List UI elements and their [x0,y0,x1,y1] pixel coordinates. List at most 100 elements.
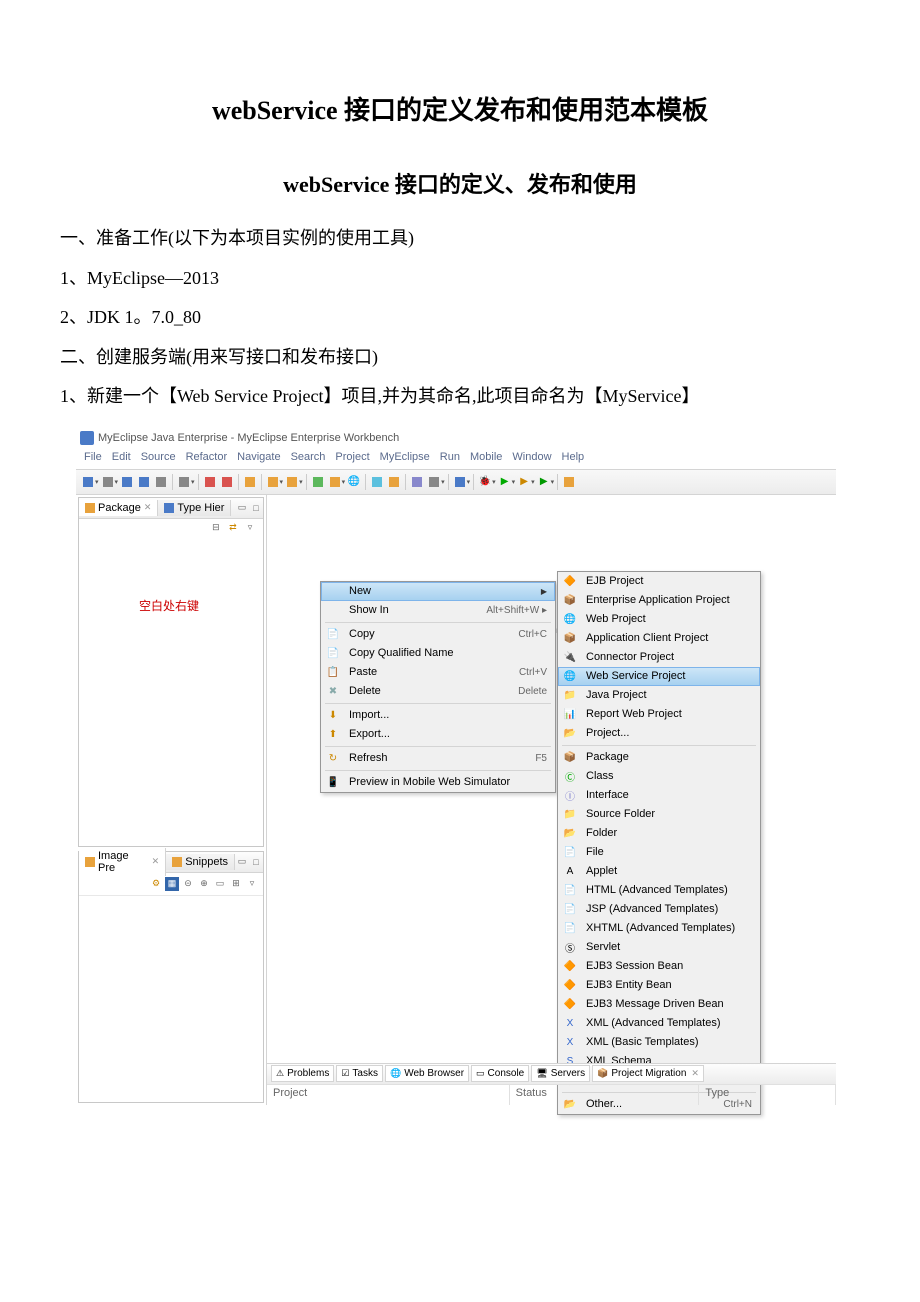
menu-item[interactable]: 📁Source Folder [558,805,760,824]
image-preview-panel[interactable]: Image Pre ✕ Snippets ▭ □ ⚙ ▦ [78,851,264,1103]
menu-icon[interactable]: ▿ [245,877,259,891]
menu-item[interactable]: XXML (Basic Templates) [558,1033,760,1052]
menu-item[interactable]: 📦Package [558,748,760,767]
menu-item[interactable]: 📱Preview in Mobile Web Simulator [321,773,555,792]
menu-item[interactable]: AApplet [558,862,760,881]
bottom-tab-servers[interactable]: 🖥Servers [531,1065,590,1082]
menu-item[interactable]: ⬆Export... [321,725,555,744]
menu-file[interactable]: File [80,451,106,467]
menu-item[interactable]: 🌐Web Project [558,610,760,629]
menu-item[interactable]: 📄File [558,843,760,862]
menu-item[interactable]: ⓈServlet [558,938,760,957]
print-icon[interactable] [153,474,169,490]
debug-red-icon[interactable] [202,474,218,490]
zoom-in-icon[interactable]: ⊕ [197,877,211,891]
maximize-icon[interactable]: □ [249,501,263,515]
menu-item[interactable]: 📁Java Project [558,686,760,705]
close-icon[interactable]: ✕ [152,856,160,867]
tool2-icon[interactable] [284,474,300,490]
menu-item[interactable]: 📄Copy Qualified Name [321,644,555,663]
menu-item[interactable]: 📄JSP (Advanced Templates) [558,900,760,919]
menu-window[interactable]: Window [508,451,555,467]
menu-refactor[interactable]: Refactor [182,451,232,467]
nav2-icon[interactable] [386,474,402,490]
new-submenu[interactable]: 🔶EJB Project📦Enterprise Application Proj… [557,571,761,1115]
menu-edit[interactable]: Edit [108,451,135,467]
menu-help[interactable]: Help [558,451,589,467]
persp-icon[interactable] [409,474,425,490]
menu-item[interactable]: ↻RefreshF5 [321,749,555,768]
menu-source[interactable]: Source [137,451,180,467]
menu-item[interactable]: New▶ [321,582,555,601]
menu-project[interactable]: Project [331,451,373,467]
menu-item[interactable]: 🔌Connector Project [558,648,760,667]
save-all-icon[interactable] [136,474,152,490]
grid-icon[interactable]: ⊞ [229,877,243,891]
type-hierarchy-tab[interactable]: Type Hier [158,500,231,516]
grid-icon[interactable] [561,474,577,490]
ide-menubar[interactable]: FileEditSourceRefactorNavigateSearchProj… [76,449,836,469]
run-red-icon[interactable] [219,474,235,490]
persp2-icon[interactable] [426,474,442,490]
menu-item[interactable]: Show InAlt+Shift+W ▸ [321,601,555,620]
tool-icon[interactable] [265,474,281,490]
nav-icon[interactable] [369,474,385,490]
maximize-icon[interactable]: □ [249,855,263,869]
menu-item[interactable]: 📦Application Client Project [558,629,760,648]
minimize-icon[interactable]: ▭ [235,501,249,515]
fit-icon[interactable]: ▭ [213,877,227,891]
menu-item[interactable]: XXML (Advanced Templates) [558,1014,760,1033]
package-icon[interactable] [242,474,258,490]
menu-search[interactable]: Search [287,451,330,467]
image-preview-tab[interactable]: Image Pre ✕ [79,848,166,876]
menu-item[interactable]: 🔶EJB Project [558,572,760,591]
menu-item[interactable]: 📋PasteCtrl+V [321,663,555,682]
package-explorer-tab[interactable]: Package ✕ [79,500,158,516]
menu-mobile[interactable]: Mobile [466,451,506,467]
bottom-tab-tasks[interactable]: ☑Tasks [336,1065,383,1082]
ext-tool-icon[interactable]: ▶ [516,474,532,490]
menu-icon[interactable]: ▿ [243,521,257,535]
menu-item[interactable]: 🌐Web Service Project [558,667,760,686]
link-icon[interactable]: ⇄ [226,521,240,535]
menu-item[interactable]: 📂Folder [558,824,760,843]
menu-item[interactable]: 📄XHTML (Advanced Templates) [558,919,760,938]
menu-item[interactable]: 🔶EJB3 Session Bean [558,957,760,976]
bottom-tab-web-browser[interactable]: 🌐Web Browser [385,1065,469,1082]
menu-item[interactable]: 📊Report Web Project [558,705,760,724]
menu-item[interactable]: ⒾInterface [558,786,760,805]
close-icon[interactable]: ✕ [144,502,152,513]
db-icon[interactable] [327,474,343,490]
new-wizard-icon[interactable] [100,474,116,490]
debug-bug-icon[interactable]: 🐞 [477,474,493,490]
close-icon[interactable]: ✕ [691,1068,699,1079]
bottom-tab-console[interactable]: ▭Console [471,1065,529,1082]
package-explorer[interactable]: Package ✕ Type Hier ▭ □ ⊟ ⇄ [78,497,264,847]
save-icon[interactable] [119,474,135,490]
menu-item[interactable]: 📄HTML (Advanced Templates) [558,881,760,900]
snippets-tab[interactable]: Snippets [166,854,235,870]
globe-icon[interactable]: 🌐 [346,474,362,490]
menu-item[interactable]: ✖DeleteDelete [321,682,555,701]
collapse-icon[interactable]: ⊟ [209,521,223,535]
run-green-icon[interactable]: ▶ [497,474,513,490]
bottom-view-tabs[interactable]: ⚠Problems☑Tasks🌐Web Browser▭Console🖥Serv… [267,1063,836,1085]
last-tool-icon[interactable]: ▶ [536,474,552,490]
bottom-tab-problems[interactable]: ⚠Problems [271,1065,334,1082]
menu-item[interactable]: 🔶EJB3 Entity Bean [558,976,760,995]
bottom-tab-project-migration[interactable]: 📦Project Migration✕ [592,1065,704,1082]
menu-item[interactable]: ⬇Import... [321,706,555,725]
menu-item[interactable]: 🔶EJB3 Message Driven Bean [558,995,760,1014]
menu-run[interactable]: Run [436,451,464,467]
menu-item[interactable]: 📂Project... [558,724,760,743]
menu-navigate[interactable]: Navigate [233,451,284,467]
menu-item[interactable]: 📦Enterprise Application Project [558,591,760,610]
menu-item[interactable]: ⒸClass [558,767,760,786]
context-menu[interactable]: New▶Show InAlt+Shift+W ▸📄CopyCtrl+C📄Copy… [320,581,556,793]
minimize-icon[interactable]: ▭ [235,855,249,869]
ext-icon[interactable] [452,474,468,490]
tool-icon[interactable]: ⚙ [149,877,163,891]
build-icon[interactable] [176,474,192,490]
new-icon[interactable] [80,474,96,490]
tool-icon[interactable]: ▦ [165,877,179,891]
